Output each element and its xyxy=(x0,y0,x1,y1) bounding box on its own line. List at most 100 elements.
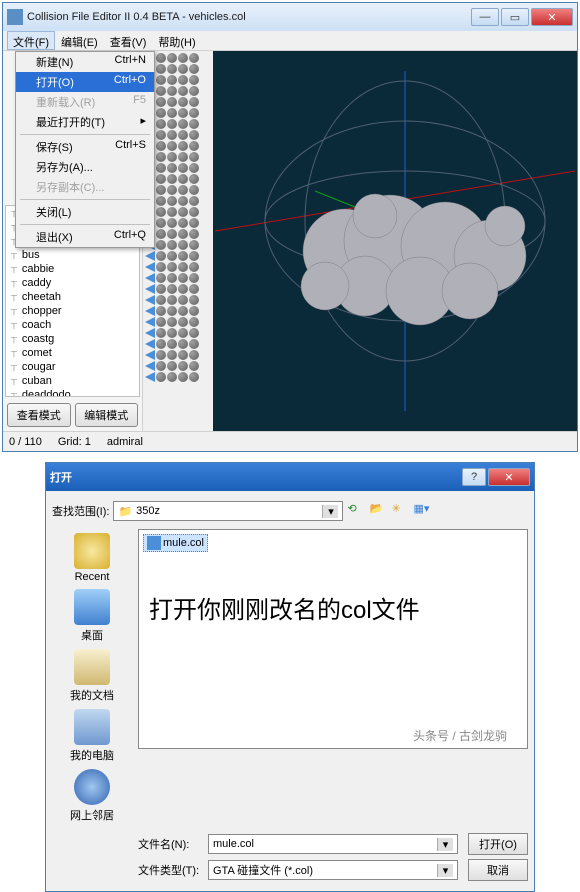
chevron-down-icon[interactable]: ▾ xyxy=(322,505,338,518)
sphere-icon[interactable] xyxy=(167,75,177,85)
sphere-icon[interactable] xyxy=(167,350,177,360)
sphere-icon[interactable] xyxy=(178,284,188,294)
sphere-icon[interactable] xyxy=(167,240,177,250)
sphere-icon[interactable] xyxy=(167,152,177,162)
sphere-icon[interactable] xyxy=(156,284,166,294)
editor-titlebar[interactable]: Collision File Editor II 0.4 BETA - vehi… xyxy=(3,3,577,31)
file-list[interactable]: mule.col 打开你刚刚改名的col文件 头条号 / 古剑龙驹 xyxy=(138,529,528,749)
sphere-icon[interactable] xyxy=(178,53,188,63)
sphere-icon[interactable] xyxy=(189,328,199,338)
list-item[interactable]: cuban xyxy=(6,374,139,388)
list-item[interactable]: cheetah xyxy=(6,290,139,304)
sphere-icon[interactable] xyxy=(189,64,199,74)
place-mycomp[interactable]: 我的电脑 xyxy=(70,709,114,763)
sphere-icon[interactable] xyxy=(156,152,166,162)
sphere-icon[interactable] xyxy=(189,174,199,184)
sphere-icon[interactable] xyxy=(167,273,177,283)
sphere-icon[interactable] xyxy=(156,339,166,349)
sphere-icon[interactable] xyxy=(167,317,177,327)
filetype-combo[interactable]: GTA 碰撞文件 (*.col)▾ xyxy=(208,860,458,880)
sphere-icon[interactable] xyxy=(167,229,177,239)
up-icon[interactable]: 📂 xyxy=(369,502,387,520)
sphere-icon[interactable] xyxy=(156,350,166,360)
list-item[interactable]: coach xyxy=(6,318,139,332)
sphere-icon[interactable] xyxy=(189,339,199,349)
sphere-icon[interactable] xyxy=(178,218,188,228)
sphere-icon[interactable] xyxy=(156,119,166,129)
sphere-icon[interactable] xyxy=(178,130,188,140)
list-item[interactable]: cougar xyxy=(6,360,139,374)
sphere-icon[interactable] xyxy=(178,185,188,195)
list-item[interactable]: caddy xyxy=(6,276,139,290)
sphere-icon[interactable] xyxy=(189,163,199,173)
menu-close[interactable]: 关闭(L) xyxy=(16,202,154,222)
sphere-icon[interactable] xyxy=(167,53,177,63)
sphere-icon[interactable] xyxy=(156,372,166,382)
sphere-icon[interactable] xyxy=(189,108,199,118)
sphere-icon[interactable] xyxy=(178,196,188,206)
sphere-icon[interactable] xyxy=(189,86,199,96)
view-mode-button[interactable]: 查看模式 xyxy=(7,403,71,427)
maximize-button[interactable]: ▭ xyxy=(501,8,529,26)
arrow-icon[interactable] xyxy=(145,251,155,261)
list-item[interactable]: comet xyxy=(6,346,139,360)
arrow-icon[interactable] xyxy=(145,306,155,316)
open-button[interactable]: 打开(O) xyxy=(468,833,528,855)
sphere-icon[interactable] xyxy=(189,229,199,239)
minimize-button[interactable]: — xyxy=(471,8,499,26)
sphere-icon[interactable] xyxy=(156,251,166,261)
sphere-icon[interactable] xyxy=(156,361,166,371)
sphere-icon[interactable] xyxy=(178,317,188,327)
sphere-icon[interactable] xyxy=(156,317,166,327)
sphere-icon[interactable] xyxy=(156,207,166,217)
sphere-icon[interactable] xyxy=(189,284,199,294)
sphere-icon[interactable] xyxy=(156,141,166,151)
sphere-icon[interactable] xyxy=(167,130,177,140)
arrow-icon[interactable] xyxy=(145,328,155,338)
sphere-icon[interactable] xyxy=(189,97,199,107)
file-item-selected[interactable]: mule.col xyxy=(143,534,208,552)
sphere-icon[interactable] xyxy=(167,251,177,261)
sphere-icon[interactable] xyxy=(178,174,188,184)
arrow-icon[interactable] xyxy=(145,284,155,294)
sphere-icon[interactable] xyxy=(167,328,177,338)
back-icon[interactable]: ⟲ xyxy=(347,502,365,520)
sphere-icon[interactable] xyxy=(167,361,177,371)
list-item[interactable]: bus xyxy=(6,248,139,262)
arrow-icon[interactable] xyxy=(145,262,155,272)
menu-help[interactable]: 帮助(H) xyxy=(152,31,201,50)
sphere-icon[interactable] xyxy=(178,273,188,283)
sphere-icon[interactable] xyxy=(156,229,166,239)
sphere-icon[interactable] xyxy=(167,196,177,206)
filename-input[interactable]: mule.col▾ xyxy=(208,834,458,854)
sphere-icon[interactable] xyxy=(189,240,199,250)
sphere-icon[interactable] xyxy=(156,273,166,283)
arrow-icon[interactable] xyxy=(145,273,155,283)
sphere-icon[interactable] xyxy=(178,97,188,107)
arrow-icon[interactable] xyxy=(145,339,155,349)
sphere-icon[interactable] xyxy=(167,339,177,349)
sphere-icon[interactable] xyxy=(178,141,188,151)
sphere-icon[interactable] xyxy=(189,262,199,272)
sphere-icon[interactable] xyxy=(178,339,188,349)
sphere-icon[interactable] xyxy=(189,317,199,327)
sphere-icon[interactable] xyxy=(189,196,199,206)
sphere-icon[interactable] xyxy=(167,284,177,294)
sphere-icon[interactable] xyxy=(189,273,199,283)
sphere-icon[interactable] xyxy=(167,295,177,305)
sphere-icon[interactable] xyxy=(167,174,177,184)
sphere-icon[interactable] xyxy=(189,295,199,305)
menu-exit[interactable]: 退出(X)Ctrl+Q xyxy=(16,227,154,247)
sphere-icon[interactable] xyxy=(167,372,177,382)
sphere-icon[interactable] xyxy=(167,119,177,129)
cancel-button[interactable]: 取消 xyxy=(468,859,528,881)
place-mydocs[interactable]: 我的文档 xyxy=(70,649,114,703)
place-recent[interactable]: Recent xyxy=(74,533,110,583)
list-item[interactable]: coastg xyxy=(6,332,139,346)
sphere-icon[interactable] xyxy=(178,306,188,316)
sphere-icon[interactable] xyxy=(167,163,177,173)
arrow-icon[interactable] xyxy=(145,372,155,382)
sphere-icon[interactable] xyxy=(178,207,188,217)
sphere-icon[interactable] xyxy=(189,361,199,371)
sphere-icon[interactable] xyxy=(178,108,188,118)
